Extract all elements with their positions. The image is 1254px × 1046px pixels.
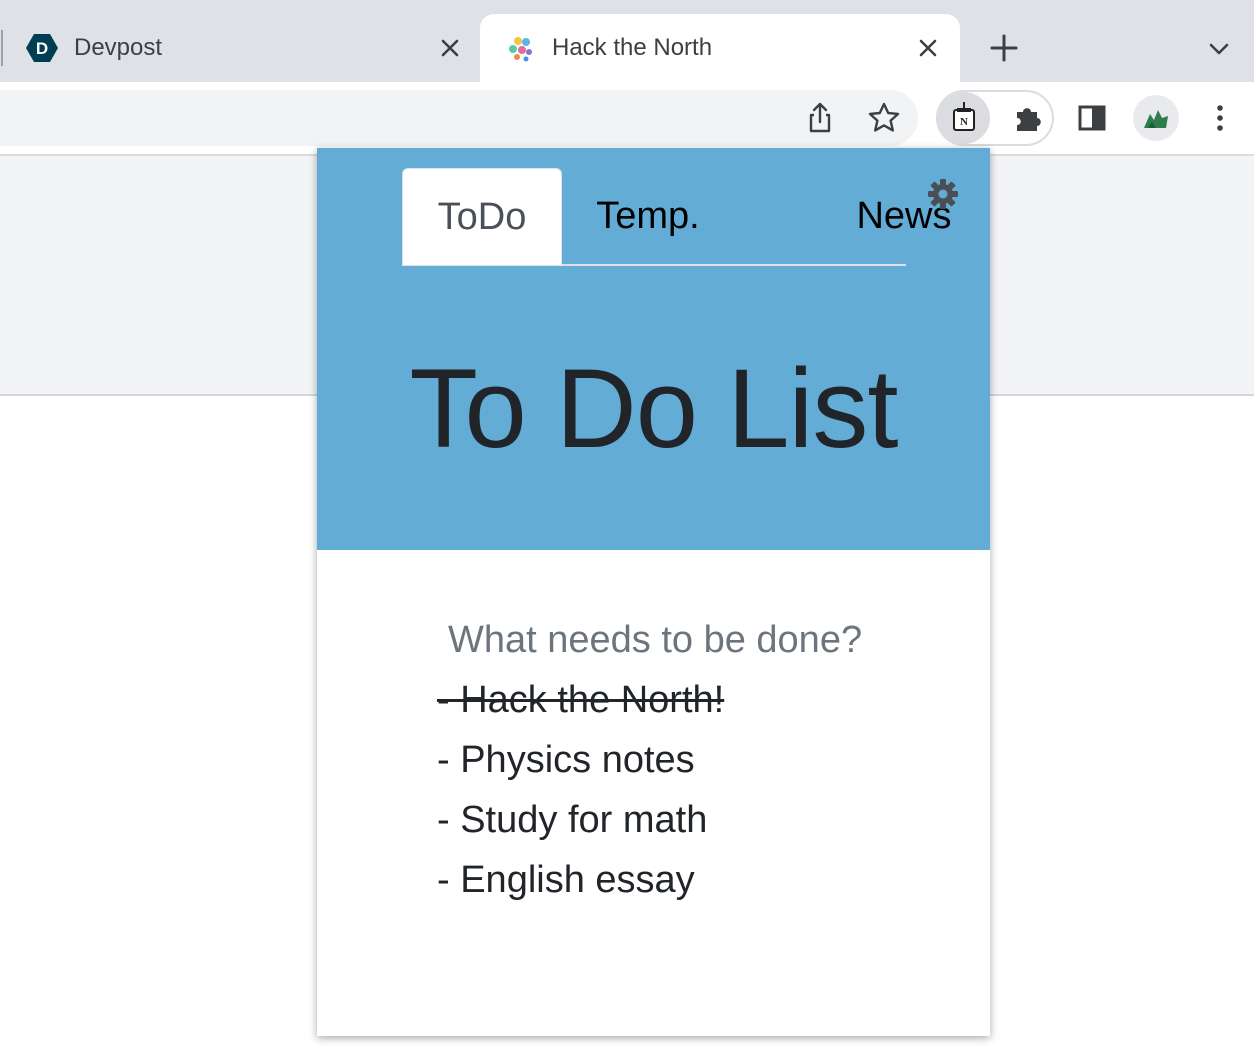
todo-item[interactable]: - Physics notes bbox=[437, 734, 695, 786]
gear-icon[interactable] bbox=[927, 178, 959, 210]
address-bar[interactable] bbox=[0, 90, 918, 146]
chevron-down-icon[interactable] bbox=[1204, 34, 1234, 64]
svg-text:N: N bbox=[960, 116, 968, 128]
extension-popup: ToDo Temp. News To Do List What needs to… bbox=[317, 148, 990, 1036]
close-icon[interactable] bbox=[436, 34, 464, 62]
popup-tab-bar: ToDo Temp. News bbox=[402, 168, 952, 266]
todo-item[interactable]: - Study for math bbox=[437, 794, 707, 846]
todo-item[interactable]: - English essay bbox=[437, 854, 695, 906]
side-panel-icon[interactable] bbox=[1072, 98, 1112, 138]
tab-todo[interactable]: ToDo bbox=[402, 168, 562, 265]
hack-the-north-icon bbox=[509, 37, 532, 62]
new-tab-icon[interactable] bbox=[986, 30, 1022, 66]
tab-temp[interactable]: Temp. bbox=[578, 168, 718, 264]
close-icon[interactable] bbox=[914, 34, 942, 62]
kebab-menu-icon[interactable] bbox=[1200, 98, 1240, 138]
page-title: To Do List bbox=[409, 346, 899, 471]
tab-title-hack-the-north: Hack the North bbox=[552, 34, 713, 61]
svg-text:D: D bbox=[36, 39, 48, 58]
popup-header: ToDo Temp. News To Do List bbox=[317, 148, 990, 550]
tab-hack-the-north[interactable]: Hack the North bbox=[480, 14, 960, 82]
share-icon[interactable] bbox=[800, 98, 840, 138]
browser-tab-strip: D Devpost Hack the North bbox=[0, 0, 1254, 82]
todo-input[interactable]: What needs to be done? bbox=[448, 614, 862, 666]
tab-title-devpost: Devpost bbox=[74, 34, 163, 61]
todo-item[interactable]: - Hack the North! bbox=[437, 674, 724, 726]
profile-avatar[interactable] bbox=[1132, 94, 1180, 142]
devpost-icon: D bbox=[26, 34, 58, 62]
bookmark-star-icon[interactable] bbox=[864, 98, 904, 138]
tab-devpost[interactable]: D Devpost bbox=[0, 0, 480, 82]
extensions-puzzle-icon[interactable] bbox=[1008, 98, 1048, 138]
browser-toolbar: N bbox=[0, 82, 1254, 154]
notion-extension-icon[interactable]: N bbox=[944, 98, 984, 138]
